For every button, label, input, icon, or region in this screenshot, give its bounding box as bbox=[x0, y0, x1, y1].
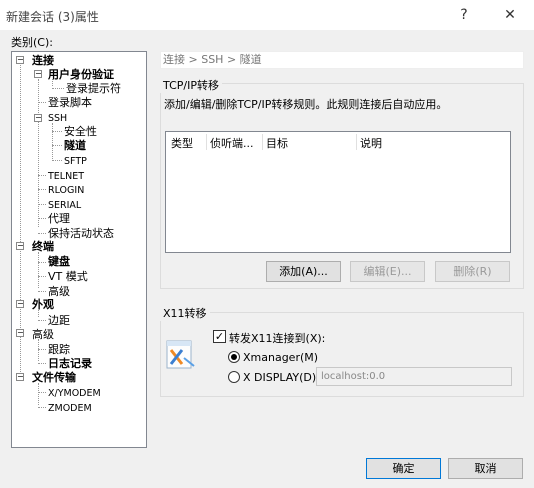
xdisplay-radio[interactable] bbox=[228, 371, 240, 383]
column-header-description[interactable]: 说明 bbox=[360, 135, 382, 151]
xdisplay-input[interactable]: localhost:0.0 bbox=[316, 367, 512, 386]
expander-minus-icon[interactable]: − bbox=[16, 329, 24, 337]
expander-minus-icon[interactable]: − bbox=[34, 114, 42, 122]
tree-item-sftp[interactable]: SFTP bbox=[64, 155, 87, 168]
tree-item-connection[interactable]: 连接 bbox=[32, 54, 54, 67]
tree-item-telnet[interactable]: TELNET bbox=[48, 170, 84, 183]
tree-line bbox=[38, 291, 46, 292]
add-rule-button[interactable]: 添加(A)... bbox=[266, 261, 341, 282]
tree-line bbox=[38, 349, 46, 350]
tree-line bbox=[52, 131, 62, 132]
tree-line bbox=[52, 88, 64, 89]
column-separator bbox=[262, 134, 263, 150]
help-button[interactable]: ? bbox=[446, 4, 482, 26]
tree-line bbox=[38, 276, 46, 277]
tree-line bbox=[38, 339, 39, 361]
ok-button[interactable]: 确定 bbox=[366, 458, 441, 479]
expander-minus-icon[interactable]: − bbox=[34, 70, 42, 78]
breadcrumb: 连接 > SSH > 隧道 bbox=[160, 51, 524, 69]
tree-item-advanced-terminal[interactable]: 高级 bbox=[48, 285, 70, 298]
tree-item-log[interactable]: 日志记录 bbox=[48, 357, 92, 370]
tree-item-xymodem[interactable]: X/YMODEM bbox=[48, 387, 101, 400]
xmanager-radio-label[interactable]: Xmanager(M) bbox=[243, 351, 318, 364]
tree-item-advanced[interactable]: 高级 bbox=[32, 328, 54, 341]
tree-line bbox=[38, 392, 46, 393]
tree-line bbox=[38, 383, 39, 405]
tree-line bbox=[38, 363, 46, 364]
close-button[interactable]: ✕ bbox=[492, 4, 528, 26]
tree-item-ssh[interactable]: SSH bbox=[48, 112, 67, 125]
category-tree[interactable]: − − − − − − − 连接 用户身份验证 登录提示符 登录脚本 SSH 安… bbox=[11, 51, 147, 448]
expander-minus-icon[interactable]: − bbox=[16, 373, 24, 381]
tree-item-user-auth[interactable]: 用户身份验证 bbox=[48, 68, 114, 81]
tree-line bbox=[38, 233, 46, 234]
tree-line bbox=[52, 145, 62, 146]
tree-item-serial[interactable]: SERIAL bbox=[48, 199, 81, 212]
edit-rule-button[interactable]: 编辑(E)... bbox=[350, 261, 425, 282]
tree-item-terminal[interactable]: 终端 bbox=[32, 240, 54, 253]
category-label: 类别(C): bbox=[11, 36, 53, 49]
tree-item-login-script[interactable]: 登录脚本 bbox=[48, 96, 92, 109]
tree-item-security[interactable]: 安全性 bbox=[64, 125, 97, 138]
tree-item-login-prompt[interactable]: 登录提示符 bbox=[66, 82, 121, 95]
tree-item-appearance[interactable]: 外观 bbox=[32, 298, 54, 311]
expander-minus-icon[interactable]: − bbox=[16, 242, 24, 250]
tree-item-trace[interactable]: 跟踪 bbox=[48, 343, 70, 356]
tcp-forwarding-title: TCP/IP转移 bbox=[160, 77, 222, 93]
tree-item-margin[interactable]: 边距 bbox=[48, 314, 70, 327]
tree-item-keepalive[interactable]: 保持活动状态 bbox=[48, 227, 114, 240]
tree-line bbox=[38, 407, 46, 408]
column-separator bbox=[206, 134, 207, 150]
column-header-type[interactable]: 类型 bbox=[171, 135, 193, 151]
forward-x11-checkbox[interactable]: ✓ bbox=[213, 330, 226, 343]
tree-line bbox=[38, 320, 46, 321]
tree-line bbox=[38, 189, 46, 190]
tree-item-proxy[interactable]: 代理 bbox=[48, 212, 70, 225]
tree-line bbox=[38, 218, 46, 219]
cancel-button[interactable]: 取消 bbox=[448, 458, 523, 479]
x11-forwarding-title: X11转移 bbox=[160, 305, 210, 321]
tree-item-rlogin[interactable]: RLOGIN bbox=[48, 184, 84, 197]
tree-item-keyboard[interactable]: 键盘 bbox=[48, 255, 70, 268]
expander-minus-icon[interactable]: − bbox=[16, 56, 24, 64]
tree-line bbox=[38, 204, 46, 205]
tree-line bbox=[52, 123, 53, 159]
tree-line bbox=[38, 252, 39, 288]
forwarding-rules-list[interactable]: 类型 侦听端... 目标 说明 bbox=[165, 131, 511, 253]
expander-minus-icon[interactable]: − bbox=[16, 300, 24, 308]
column-header-destination[interactable]: 目标 bbox=[266, 135, 288, 151]
forward-x11-label[interactable]: 转发X11连接到(X): bbox=[229, 330, 325, 346]
tree-line bbox=[38, 102, 46, 103]
tcp-forwarding-description: 添加/编辑/删除TCP/IP转移规则。此规则连接后自动应用。 bbox=[164, 98, 448, 111]
column-separator bbox=[356, 134, 357, 150]
tree-line bbox=[38, 175, 46, 176]
window-title: 新建会话 (3)属性 bbox=[6, 10, 99, 24]
column-header-listen-port[interactable]: 侦听端... bbox=[210, 135, 254, 151]
xmanager-icon bbox=[166, 338, 196, 370]
tree-line bbox=[52, 160, 62, 161]
tree-item-file-transfer[interactable]: 文件传输 bbox=[32, 371, 76, 384]
xdisplay-radio-label[interactable]: X DISPLAY(D): bbox=[243, 371, 320, 384]
tree-item-zmodem[interactable]: ZMODEM bbox=[48, 402, 92, 415]
tree-item-vt-mode[interactable]: VT 模式 bbox=[48, 270, 88, 283]
tree-line bbox=[38, 310, 39, 317]
tree-item-tunnel[interactable]: 隧道 bbox=[64, 139, 86, 152]
tree-line bbox=[38, 262, 46, 263]
delete-rule-button[interactable]: 删除(R) bbox=[435, 261, 510, 282]
xmanager-radio[interactable] bbox=[228, 351, 240, 363]
